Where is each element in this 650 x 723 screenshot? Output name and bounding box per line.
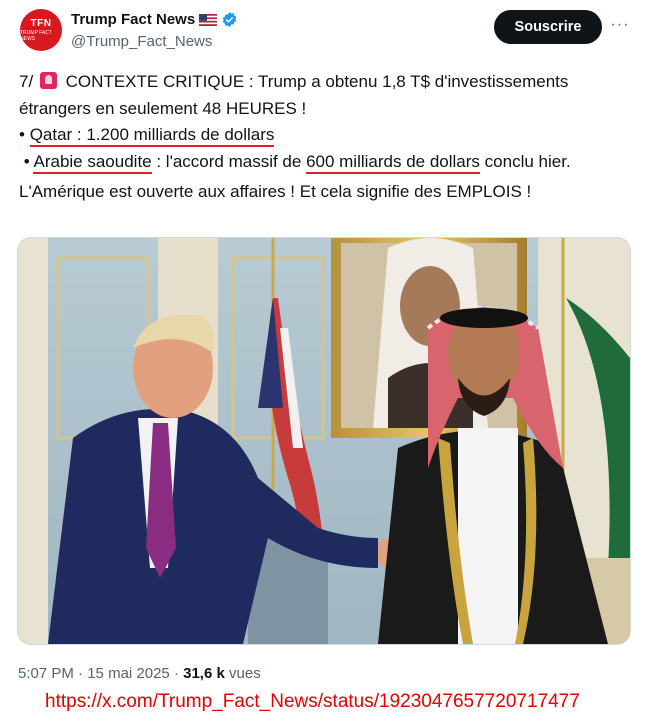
tweet-time[interactable]: 5:07 PM bbox=[18, 665, 74, 682]
tweet-date[interactable]: 15 mai 2025 bbox=[87, 665, 170, 682]
thread-index: 7/ bbox=[19, 72, 34, 91]
bullet: • bbox=[19, 125, 25, 144]
views-count: 31,6 k bbox=[183, 665, 225, 682]
saudi-label: Arabie saoudite bbox=[33, 151, 152, 174]
tweet-photo[interactable] bbox=[17, 237, 631, 645]
tweet-closing: L'Amérique est ouverte aux affaires ! Et… bbox=[19, 182, 532, 201]
saudi-tail-text: conclu hier. bbox=[484, 151, 571, 171]
meta-separator: · bbox=[173, 665, 179, 682]
account-handle[interactable]: @Trump_Fact_News bbox=[71, 33, 212, 50]
tweet-bullet-saudi: • Arabie saoudite : l'accord massif de 6… bbox=[19, 149, 629, 176]
siren-emoji-icon bbox=[39, 72, 57, 89]
tweet-text: 7/ CONTEXTE CRITIQUE : Trump a obtenu 1,… bbox=[19, 69, 629, 206]
source-url[interactable]: https://x.com/Trump_Fact_News/status/192… bbox=[45, 691, 580, 713]
avatar-logo-subtext: TRUMP FACT NEWS bbox=[20, 29, 52, 42]
bullet: • bbox=[23, 151, 30, 171]
tweet-meta: 5:07 PM · 15 mai 2025 · 31,6 k vues bbox=[18, 665, 261, 682]
photo-illustration bbox=[18, 238, 630, 644]
subscribe-button[interactable]: Souscrire bbox=[494, 10, 602, 44]
display-name[interactable]: Trump Fact News bbox=[71, 11, 195, 28]
tweet-bullet-qatar: • Qatar : 1.200 milliards de dollars bbox=[19, 122, 629, 149]
context-text: CONTEXTE CRITIQUE : Trump a obtenu 1,8 T… bbox=[19, 72, 569, 118]
us-flag-icon bbox=[199, 13, 218, 26]
qatar-investment-text: Qatar : 1.200 milliards de dollars bbox=[29, 125, 275, 147]
author-name-row: Trump Fact News bbox=[71, 11, 238, 28]
more-options-icon[interactable]: ··· bbox=[609, 14, 631, 36]
saudi-middle-text: : l'accord massif de bbox=[156, 151, 302, 171]
views-label: vues bbox=[229, 665, 261, 682]
meta-separator: · bbox=[78, 665, 84, 682]
avatar[interactable]: TFN TRUMP FACT NEWS bbox=[20, 9, 62, 51]
saudi-amount-text: 600 milliards de dollars bbox=[306, 151, 480, 174]
tweet-paragraph-context: 7/ CONTEXTE CRITIQUE : Trump a obtenu 1,… bbox=[19, 69, 629, 122]
avatar-logo-text: TFN bbox=[30, 17, 52, 29]
verified-badge-icon bbox=[223, 12, 237, 27]
